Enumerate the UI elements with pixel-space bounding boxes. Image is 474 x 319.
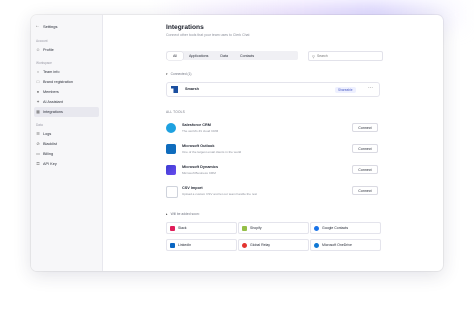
sidebar-item-logs[interactable]: ☰ Logs xyxy=(34,129,99,139)
linkedin-logo-icon xyxy=(170,242,175,248)
sidebar-item-label: AI Assistant xyxy=(43,100,63,104)
tool-row-dynamics: Microsoft Dynamics Microsoft Business CR… xyxy=(166,163,378,180)
shopify-logo-icon xyxy=(242,225,247,231)
billing-icon: ▭ xyxy=(36,151,40,156)
connected-section-toggle[interactable]: ▾ Connected (1) xyxy=(166,72,192,76)
page-subtitle: Connect other tools that your team uses … xyxy=(166,33,250,37)
sidebar-item-label: Logs xyxy=(43,132,52,136)
sidebar-item-label: Brand registration xyxy=(43,80,73,84)
connected-label: Connected (1) xyxy=(170,72,192,76)
key-icon: ⚿ xyxy=(36,161,40,166)
chip-label: Slack xyxy=(178,226,187,230)
sidebar-section-account: Account xyxy=(36,39,48,43)
chip-label: LinkedIn xyxy=(178,243,192,247)
tab-contacts[interactable]: Contacts xyxy=(234,52,260,60)
sidebar-item-label: Team info xyxy=(43,70,60,74)
connected-item-name: Smarsh xyxy=(185,87,199,91)
connect-salesforce-button[interactable]: Connect xyxy=(352,123,378,132)
team-icon: ○ xyxy=(36,69,40,74)
connected-item-smarsh[interactable]: Smarsh Shareable ⋯ xyxy=(166,82,380,97)
sidebar-item-api-key[interactable]: ⚿ API Key xyxy=(34,159,99,169)
shareable-badge: Shareable xyxy=(335,86,356,93)
sidebar-item-label: API Key xyxy=(43,162,57,166)
sidebar-item-members[interactable]: ● Members xyxy=(34,87,99,97)
tool-name: CSV Import xyxy=(182,186,203,190)
tool-name: Microsoft Dynamics xyxy=(182,165,219,169)
coming-soon-shopify: Shopify xyxy=(238,222,309,234)
coming-soon-slack: Slack xyxy=(166,222,237,234)
tab-applications[interactable]: Applications xyxy=(183,52,214,60)
connect-csv-button[interactable]: Connect xyxy=(352,186,378,195)
tool-row-outlook: Microsoft Outlook One of the largest ema… xyxy=(166,142,378,159)
chip-label: Google Contacts xyxy=(322,226,349,230)
sidebar-item-label: Members xyxy=(43,90,59,94)
coming-soon-toggle[interactable]: ▸ Will be added soon: xyxy=(166,212,200,216)
tool-name: Microsoft Outlook xyxy=(182,144,215,148)
sidebar-item-blacklist[interactable]: ⊘ Blacklist xyxy=(34,139,99,149)
tool-row-salesforce: Salesforce CRM The world's #1 cloud CRM … xyxy=(166,121,378,138)
salesforce-logo-icon xyxy=(166,123,176,133)
sidebar-item-integrations[interactable]: ▦ Integrations xyxy=(34,107,99,117)
slack-logo-icon xyxy=(170,225,175,231)
coming-soon-label: Will be added soon: xyxy=(170,212,200,216)
connect-outlook-button[interactable]: Connect xyxy=(352,144,378,153)
settings-window: ← Settings Account ☺ Profile Workspace ○… xyxy=(31,15,443,271)
coming-soon-global-relay: Global Relay xyxy=(238,239,309,251)
coming-soon-google-contacts: Google Contacts xyxy=(310,222,381,234)
sidebar-section-workspace: Workspace xyxy=(36,61,52,65)
more-options-icon[interactable]: ⋯ xyxy=(368,85,373,91)
sidebar-item-label: Integrations xyxy=(43,110,63,114)
chip-label: Microsoft OneDrive xyxy=(322,243,352,247)
sidebar-title: Settings xyxy=(43,23,58,29)
tool-name: Salesforce CRM xyxy=(182,123,211,127)
chevron-down-icon: ▾ xyxy=(166,72,168,76)
sidebar-section-data: Data xyxy=(36,123,43,127)
chip-label: Global Relay xyxy=(250,243,271,247)
tool-description: Upload a custom CSV and let our team han… xyxy=(182,192,257,196)
smarsh-logo-icon xyxy=(171,86,178,93)
sidebar-item-team-info[interactable]: ○ Team info xyxy=(34,67,99,77)
tab-data[interactable]: Data xyxy=(214,52,234,60)
sidebar-item-profile[interactable]: ☺ Profile xyxy=(34,45,99,55)
chip-label: Shopify xyxy=(250,226,262,230)
search-input[interactable] xyxy=(316,54,372,58)
user-icon: ☺ xyxy=(36,47,41,52)
dynamics-logo-icon xyxy=(166,165,176,175)
integrations-icon: ▦ xyxy=(36,109,40,114)
onedrive-logo-icon xyxy=(314,242,319,248)
brand-icon: □ xyxy=(36,79,40,84)
search-box[interactable]: ⚲ xyxy=(308,51,383,61)
csv-file-icon xyxy=(166,186,178,198)
sparkle-icon: ✦ xyxy=(36,99,40,104)
search-icon: ⚲ xyxy=(312,53,315,59)
connect-dynamics-button[interactable]: Connect xyxy=(352,165,378,174)
main-content: Integrations Connect other tools that yo… xyxy=(102,15,443,271)
filter-tabs: All Applications Data Contacts xyxy=(166,51,298,60)
page-title: Integrations xyxy=(166,24,204,31)
sidebar-item-ai-assistant[interactable]: ✦ AI Assistant xyxy=(34,97,99,107)
sidebar-item-label: Profile xyxy=(43,48,54,52)
global-relay-logo-icon xyxy=(242,242,247,248)
tool-row-csv-import: CSV Import Upload a custom CSV and let o… xyxy=(166,184,378,201)
tool-description: One of the largest email clients in the … xyxy=(182,150,242,154)
sidebar-item-billing[interactable]: ▭ Billing xyxy=(34,149,99,159)
sidebar-header[interactable]: ← Settings xyxy=(35,19,102,33)
tool-description: The world's #1 cloud CRM xyxy=(182,129,219,133)
tool-description: Microsoft Business CRM xyxy=(182,171,216,175)
back-arrow-icon[interactable]: ← xyxy=(35,23,40,29)
all-tools-label: ALL TOOLS xyxy=(166,110,185,114)
coming-soon-linkedin: LinkedIn xyxy=(166,239,237,251)
sidebar: ← Settings Account ☺ Profile Workspace ○… xyxy=(31,15,103,271)
logs-icon: ☰ xyxy=(36,131,40,136)
chevron-right-icon: ▸ xyxy=(166,212,168,216)
google-contacts-logo-icon xyxy=(314,225,319,231)
sidebar-item-label: Blacklist xyxy=(43,142,57,146)
coming-soon-onedrive: Microsoft OneDrive xyxy=(310,239,381,251)
sidebar-item-brand-registration[interactable]: □ Brand registration xyxy=(34,77,99,87)
outlook-logo-icon xyxy=(166,144,176,154)
tab-all[interactable]: All xyxy=(167,51,183,60)
blacklist-icon: ⊘ xyxy=(36,141,40,146)
members-icon: ● xyxy=(36,89,40,94)
sidebar-item-label: Billing xyxy=(43,152,54,156)
